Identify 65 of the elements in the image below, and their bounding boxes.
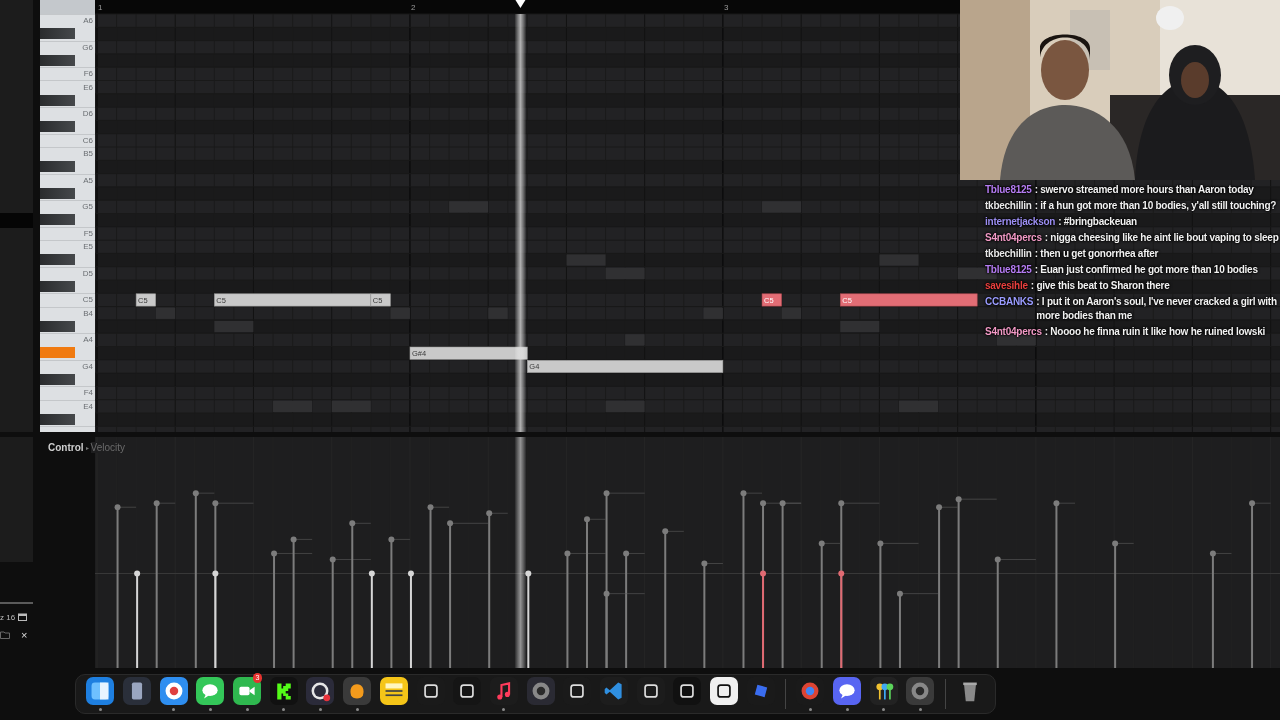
playhead[interactable]: [514, 0, 527, 432]
chat-message: : #bringbackeuan: [1058, 215, 1138, 229]
ghost-note: [566, 254, 606, 266]
app-icon[interactable]: [269, 677, 298, 705]
app-icon[interactable]: [453, 677, 482, 705]
folder-icon[interactable]: [0, 631, 10, 639]
close-button[interactable]: ×: [21, 630, 28, 640]
app-icon[interactable]: [673, 677, 702, 705]
keyboard-header: [40, 0, 95, 14]
chat-message: : then u get gonorrhea after: [1034, 247, 1160, 261]
chat-message: : Euan just confirmed he got more than 10 bodies: [1034, 263, 1259, 277]
running-dot: [502, 708, 506, 711]
ghost-note: [781, 307, 802, 319]
video-camera-icon[interactable]: [233, 677, 262, 705]
bar-number: 3: [723, 3, 729, 12]
running-dot: [98, 708, 102, 711]
running-dot: [808, 708, 812, 711]
ghost-note: [762, 201, 802, 213]
chat-username: Tblue8125: [985, 263, 1032, 277]
speech-bubble-icon[interactable]: [196, 677, 225, 705]
record-icon[interactable]: [306, 677, 335, 705]
ghost-note: [488, 307, 508, 319]
chat-message: : swervo streamed more hours than Aaron today: [1034, 183, 1255, 197]
running-dot: [282, 708, 286, 711]
ghost-note: [625, 334, 645, 346]
notepad-icon[interactable]: [379, 677, 408, 705]
phone-icon[interactable]: [123, 677, 152, 705]
running-dot: [245, 708, 249, 711]
chat-message: : I put it on Aaron's soul, I've never cracked a girl with more bodies than me: [1036, 295, 1278, 323]
chat-username: tkbechillin: [985, 247, 1032, 261]
chat-username: internetjackson: [985, 215, 1056, 229]
ghost-note: [390, 307, 410, 319]
chat-message: : nigga cheesing like he aint lie bout vaping to sleep: [1044, 231, 1279, 245]
chat-username: S4nt04percs: [985, 325, 1042, 339]
ghost-note: [879, 254, 919, 266]
chat-username: Tblue8125: [985, 183, 1032, 197]
bar-number: 1: [98, 3, 103, 12]
bar-number: 2: [410, 3, 416, 12]
running-dot: [208, 708, 212, 711]
keys-icon[interactable]: [869, 677, 898, 705]
running-dot: [318, 708, 322, 711]
settings-icon[interactable]: [906, 677, 935, 705]
ghost-note: [155, 307, 176, 319]
running-dot: [882, 708, 886, 711]
code-editor-icon[interactable]: [599, 677, 628, 705]
running-dot: [172, 708, 176, 711]
chat-username: savesihle: [985, 279, 1028, 293]
calendar-icon[interactable]: [18, 613, 28, 621]
chat-username: S4nt04percs: [985, 231, 1042, 245]
chat-message: : give this beat to Sharon there: [1030, 279, 1171, 293]
running-dot: [845, 708, 849, 711]
readout-text: z 16: [0, 612, 16, 622]
speech-bubble-icon[interactable]: [833, 677, 862, 705]
app-icon[interactable]: [710, 677, 739, 705]
ghost-note: [703, 307, 723, 319]
chat-message: : Noooo he finna ruin it like how he ruined lowski: [1044, 325, 1267, 339]
fruit-icon[interactable]: [343, 677, 372, 705]
chat-username: tkbechillin: [985, 199, 1032, 213]
ghost-note: [449, 201, 489, 213]
running-dot: [355, 708, 359, 711]
running-dot: [918, 708, 922, 711]
velocity-label[interactable]: Velocity: [90, 442, 125, 453]
chat-username: CCBANKS: [985, 295, 1034, 309]
chat-message: : if a hun got more than 10 bodies, y'all still touching?: [1034, 199, 1278, 213]
control-label[interactable]: Control: [48, 442, 84, 453]
